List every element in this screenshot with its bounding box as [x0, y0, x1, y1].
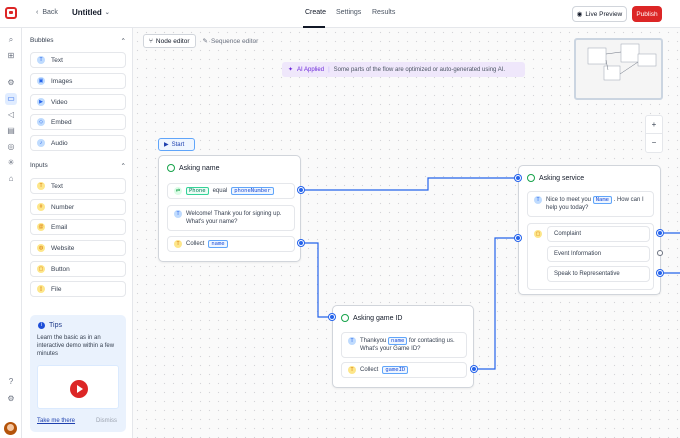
buttons-icon: ▢ — [534, 230, 542, 238]
connection-name-to-game — [301, 242, 332, 318]
option-speak-to-representative[interactable]: Speak to Representative — [547, 266, 650, 282]
node-asking-service[interactable]: Asking service T Nice to meet you Name .… — [518, 165, 661, 295]
message-block[interactable]: T Welcome! Thank you for signing up. Wha… — [167, 205, 295, 231]
message-variable: Name — [592, 196, 612, 204]
text-bubble-icon: T — [534, 196, 542, 204]
output-port[interactable] — [471, 366, 477, 372]
condition-operator: equal — [212, 188, 228, 194]
collect-icon: T — [348, 366, 356, 374]
whatsapp-icon — [341, 314, 349, 322]
node-asking-game-id[interactable]: Asking game ID T Thankyou name for conta… — [332, 305, 474, 388]
connection-name-to-service — [301, 177, 518, 191]
connection-game-to-service — [474, 237, 518, 370]
node-title: Asking service — [527, 174, 584, 182]
start-node[interactable]: ▶ Start — [158, 138, 195, 151]
input-port[interactable] — [329, 314, 335, 320]
node-title: Asking name — [167, 164, 219, 172]
condition-value: phoneNumber — [231, 187, 274, 195]
collect-variable: gameID — [382, 366, 409, 374]
output-port-empty[interactable] — [657, 250, 663, 256]
connection-outgoing — [660, 232, 680, 274]
output-port[interactable] — [657, 270, 663, 276]
play-icon: ▶ — [164, 142, 169, 148]
whatsapp-icon — [167, 164, 175, 172]
text-bubble-icon: T — [348, 337, 356, 345]
collect-variable: name — [208, 240, 228, 248]
output-port[interactable] — [298, 240, 304, 246]
condition-block[interactable]: ⇄ Phone equal phoneNumber — [167, 183, 295, 199]
collect-icon: T — [174, 240, 182, 248]
text-bubble-icon: T — [174, 210, 182, 218]
message-variable: name — [388, 337, 408, 345]
collect-block[interactable]: T Collect name — [167, 236, 295, 252]
node-title: Asking game ID — [341, 314, 402, 322]
input-port[interactable] — [515, 235, 521, 241]
option-complaint[interactable]: Complaint — [547, 226, 650, 242]
output-port[interactable] — [657, 230, 663, 236]
node-asking-name[interactable]: Asking name ⇄ Phone equal phoneNumber T … — [158, 155, 301, 262]
option-event-information[interactable]: Event Information — [547, 246, 650, 262]
input-port[interactable] — [515, 175, 521, 181]
whatsapp-icon — [527, 174, 535, 182]
condition-variable: Phone — [186, 187, 209, 195]
message-block[interactable]: T Nice to meet you Name . How can I help… — [527, 191, 654, 217]
collect-block[interactable]: T Collect gameID — [341, 362, 467, 378]
output-port[interactable] — [298, 187, 304, 193]
message-block[interactable]: T Thankyou name for contacting us. What'… — [341, 332, 467, 358]
condition-icon: ⇄ — [174, 187, 182, 195]
